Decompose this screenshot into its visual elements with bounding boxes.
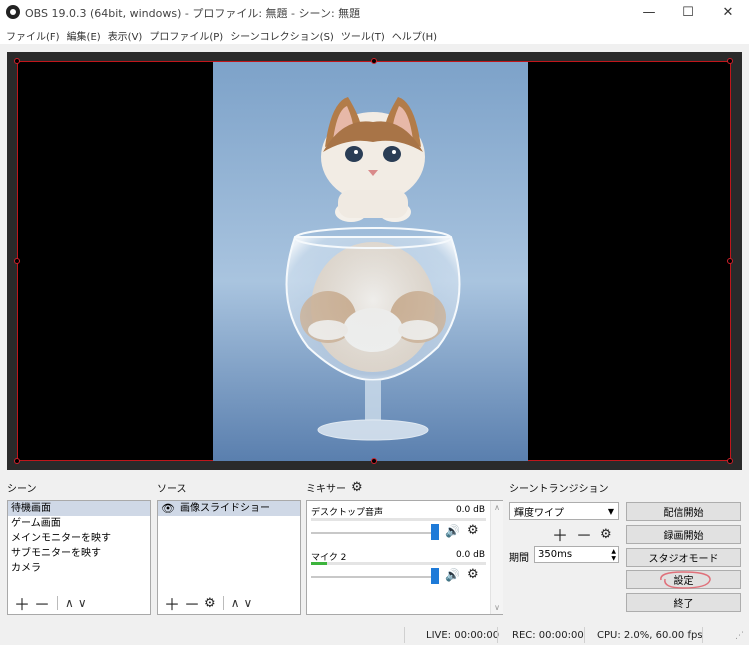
title-bar: OBS 19.0.3 (64bit, windows) - プロファイル: 無題… bbox=[0, 0, 749, 24]
mixer-track-name: デスクトップ音声 bbox=[311, 508, 384, 518]
gear-icon[interactable]: ⚙ bbox=[467, 523, 479, 538]
transform-handle-top[interactable] bbox=[371, 58, 377, 64]
remove-scene-button[interactable]: － bbox=[34, 591, 50, 615]
scene-item[interactable]: メインモニターを映す bbox=[8, 531, 150, 546]
cpu-fps: CPU: 2.0%, 60.00 fps bbox=[597, 630, 703, 641]
chevron-down-icon[interactable]: ∨ bbox=[491, 603, 503, 612]
status-divider bbox=[404, 627, 405, 643]
minimize-button[interactable]: — bbox=[627, 0, 671, 24]
volume-meter bbox=[311, 562, 486, 565]
mixer-track-db: 0.0 dB bbox=[455, 550, 485, 560]
resize-grip-icon[interactable]: ⋰ bbox=[735, 631, 744, 641]
menu-tools[interactable]: ツール(T) bbox=[339, 24, 390, 44]
chevron-up-icon[interactable]: ∧ bbox=[491, 503, 503, 512]
toolbar-divider bbox=[57, 596, 59, 610]
maximize-button[interactable]: ☐ bbox=[666, 0, 710, 24]
rec-timer: REC: 00:00:00 bbox=[512, 630, 584, 641]
add-scene-button[interactable]: ＋ bbox=[14, 591, 30, 615]
menu-edit[interactable]: 編集(E) bbox=[65, 24, 106, 44]
move-down-icon[interactable]: ∨ bbox=[78, 596, 87, 610]
mixer-scrollbar[interactable]: ∧ ∨ bbox=[490, 501, 503, 614]
duration-label: 期間 bbox=[509, 553, 529, 564]
gear-icon[interactable]: ⚙ bbox=[351, 480, 363, 495]
source-label: 画像スライドショー bbox=[179, 503, 270, 514]
highlight-circle-annotation bbox=[660, 571, 711, 589]
transition-select-value: 輝度ワイプ bbox=[514, 507, 564, 519]
transform-handle-bottom[interactable] bbox=[371, 458, 377, 464]
menu-scene-collection[interactable]: シーンコレクション(S) bbox=[228, 24, 339, 44]
sources-panel: 👁 画像スライドショー ＋ － ⚙ ∧ ∨ bbox=[157, 500, 301, 615]
menu-view[interactable]: 表示(V) bbox=[106, 24, 148, 44]
transform-handle-bottom-left[interactable] bbox=[14, 458, 20, 464]
volume-meter bbox=[311, 518, 486, 521]
live-timer: LIVE: 00:00:00 bbox=[426, 630, 500, 641]
studio-mode-button[interactable]: スタジオモード bbox=[626, 548, 741, 567]
transform-handle-left[interactable] bbox=[14, 258, 20, 264]
meter-level-fill bbox=[311, 562, 327, 565]
transform-handle-right[interactable] bbox=[727, 258, 733, 264]
duration-spinbox[interactable]: 350ms ▲ ▼ bbox=[534, 546, 619, 563]
remove-transition-button[interactable]: － bbox=[576, 522, 592, 546]
transitions-title: シーントランジション bbox=[509, 484, 609, 495]
scene-item[interactable]: カメラ bbox=[8, 561, 150, 576]
window-title: OBS 19.0.3 (64bit, windows) - プロファイル: 無題… bbox=[25, 7, 361, 20]
transform-handle-bottom-right[interactable] bbox=[727, 458, 733, 464]
volume-slider[interactable] bbox=[311, 576, 439, 578]
speaker-icon[interactable]: 🔊 bbox=[445, 524, 460, 538]
gear-icon[interactable]: ⚙ bbox=[467, 567, 479, 582]
eye-icon[interactable]: 👁 bbox=[161, 501, 175, 516]
volume-slider-knob[interactable] bbox=[431, 568, 439, 584]
menu-help[interactable]: ヘルプ(H) bbox=[390, 24, 442, 44]
volume-slider[interactable] bbox=[311, 532, 439, 534]
menu-bar: ファイル(F) 編集(E) 表示(V) プロファイル(P) シーンコレクション(… bbox=[0, 24, 749, 44]
add-source-button[interactable]: ＋ bbox=[164, 591, 180, 615]
scenes-panel: 待機画面 ゲーム画面 メインモニターを映す サブモニターを映す カメラ ＋ － … bbox=[7, 500, 151, 615]
move-up-icon[interactable]: ∧ bbox=[231, 596, 240, 610]
move-up-icon[interactable]: ∧ bbox=[65, 596, 74, 610]
add-transition-button[interactable]: ＋ bbox=[552, 522, 568, 546]
gear-icon[interactable]: ⚙ bbox=[204, 596, 216, 611]
scene-item[interactable]: 待機画面 bbox=[8, 501, 150, 516]
transitions-toolbar: ＋ － ⚙ bbox=[546, 522, 612, 546]
volume-slider-knob[interactable] bbox=[431, 524, 439, 540]
scenes-title: シーン bbox=[7, 484, 37, 495]
mixer-title: ミキサー ⚙ bbox=[306, 480, 363, 495]
speaker-icon[interactable]: 🔊 bbox=[445, 568, 460, 582]
start-recording-button[interactable]: 録画開始 bbox=[626, 525, 741, 544]
scene-item[interactable]: ゲーム画面 bbox=[8, 516, 150, 531]
duration-value: 350ms bbox=[538, 549, 573, 560]
transform-handle-top-right[interactable] bbox=[727, 58, 733, 64]
mixer-panel: デスクトップ音声 0.0 dB 🔊 ⚙ マイク 2 0.0 dB 🔊 ⚙ ∧ ∨ bbox=[306, 500, 503, 615]
toolbar-divider bbox=[222, 596, 224, 610]
transition-select[interactable]: 輝度ワイプ ▼ bbox=[509, 502, 619, 520]
mixer-title-text: ミキサー bbox=[306, 484, 346, 495]
menu-file[interactable]: ファイル(F) bbox=[4, 24, 65, 44]
dropdown-arrow-icon: ▼ bbox=[607, 506, 614, 516]
menu-profile[interactable]: プロファイル(P) bbox=[147, 24, 228, 44]
scene-item[interactable]: サブモニターを映す bbox=[8, 546, 150, 561]
obs-logo-icon bbox=[6, 5, 20, 19]
slideshow-image-kitten[interactable] bbox=[213, 62, 528, 461]
spin-arrows-icon[interactable]: ▲ ▼ bbox=[611, 548, 616, 562]
scenes-toolbar: ＋ － ∧ ∨ bbox=[8, 591, 150, 615]
exit-button[interactable]: 終了 bbox=[626, 593, 741, 612]
close-button[interactable]: ✕ bbox=[706, 0, 749, 24]
mixer-track-db: 0.0 dB bbox=[455, 505, 485, 515]
status-divider bbox=[584, 627, 585, 643]
transform-handle-top-left[interactable] bbox=[14, 58, 20, 64]
remove-source-button[interactable]: － bbox=[184, 591, 200, 615]
kitten-in-glass-picture bbox=[213, 62, 528, 461]
sources-toolbar: ＋ － ⚙ ∧ ∨ bbox=[158, 591, 300, 615]
move-down-icon[interactable]: ∨ bbox=[243, 596, 252, 610]
gear-icon[interactable]: ⚙ bbox=[600, 527, 612, 542]
sources-title: ソース bbox=[157, 484, 187, 495]
status-divider bbox=[497, 627, 498, 643]
source-item[interactable]: 👁 画像スライドショー bbox=[158, 501, 300, 516]
status-divider bbox=[702, 627, 703, 643]
start-streaming-button[interactable]: 配信開始 bbox=[626, 502, 741, 521]
